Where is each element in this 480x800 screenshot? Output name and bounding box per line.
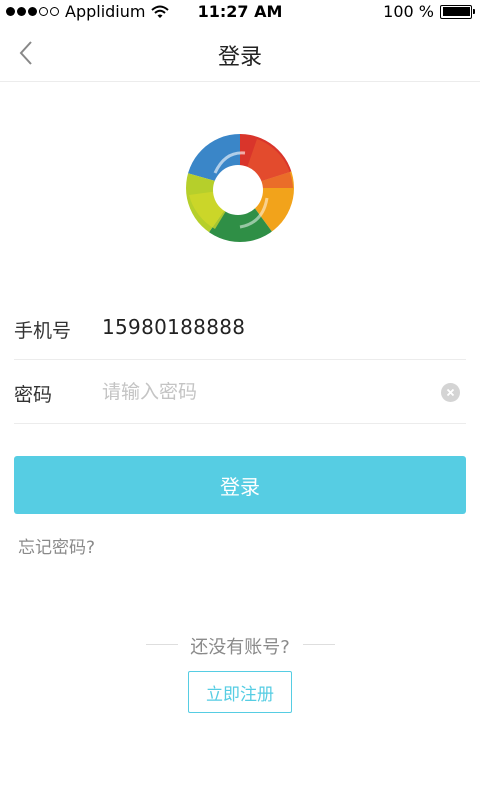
status-right: 100 %: [383, 2, 475, 21]
register-button[interactable]: 立即注册: [188, 671, 292, 713]
divider-right: [303, 644, 335, 645]
password-input[interactable]: [102, 374, 432, 410]
forgot-password-link[interactable]: 忘记密码?: [18, 533, 95, 558]
phone-label: 手机号: [14, 320, 72, 342]
no-account-text: 还没有账号?: [190, 637, 290, 658]
battery-icon: [440, 4, 475, 19]
app-logo: [186, 134, 294, 242]
page-title: 登录: [217, 45, 262, 70]
password-row: 密码: [14, 360, 466, 424]
status-bar: Applidium 11:27 AM 100 %: [0, 0, 480, 24]
password-label: 密码: [14, 384, 53, 406]
nav-bar: 登录: [0, 24, 480, 82]
login-button[interactable]: 登录: [14, 456, 466, 514]
battery-percent: 100 %: [383, 2, 434, 21]
clear-button[interactable]: [441, 383, 460, 402]
phone-row: 手机号 15980188888: [14, 296, 466, 360]
clear-icon: [446, 388, 455, 397]
phone-input[interactable]: 15980188888: [102, 315, 245, 339]
